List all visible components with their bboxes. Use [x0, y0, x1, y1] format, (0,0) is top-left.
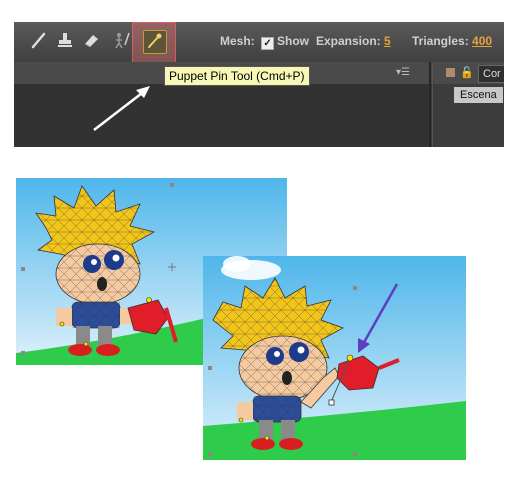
puppet-scene-after [203, 256, 466, 460]
toolbar-screenshot: Mesh: ✓ Show Expansion: 5 Triangles: 400 … [14, 22, 504, 147]
annotation-arrow-white [93, 86, 150, 131]
